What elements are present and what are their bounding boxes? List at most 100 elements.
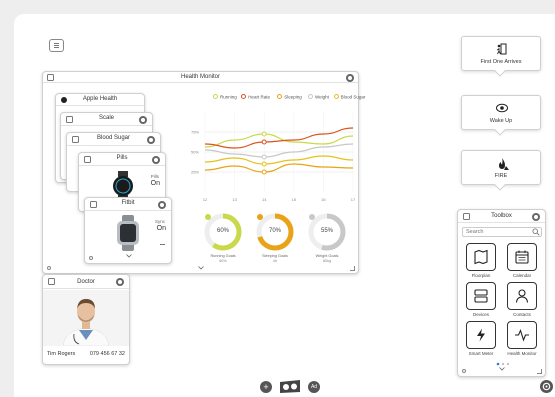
add-button[interactable]: +: [260, 381, 272, 393]
doctor-titlebar[interactable]: Doctor: [43, 275, 129, 289]
x-tick-label: 16: [321, 197, 326, 202]
doctor-phone[interactable]: 079 456 67 32: [90, 351, 125, 357]
toolbox-panel[interactable]: Toolbox Floorplan Calendar Devices Conta…: [457, 209, 546, 377]
fire-icon: [499, 158, 509, 170]
callout-fire[interactable]: FIRE: [461, 150, 541, 191]
gear-icon[interactable]: [152, 156, 160, 164]
legend-label: Weight: [315, 94, 329, 100]
tool-smart-meter[interactable]: [466, 321, 496, 349]
add-label: +: [263, 382, 269, 392]
donut-sublabel: 80kg: [322, 259, 332, 263]
resize-handle[interactable]: [537, 369, 542, 374]
data-point[interactable]: [261, 131, 267, 137]
callout-wake-up[interactable]: Wake Up: [461, 95, 541, 136]
legend-item[interactable]: Blood Sugar: [333, 94, 365, 100]
fitbit-watch-image: [117, 215, 139, 251]
callout-first-one-arrives[interactable]: First One Arrives: [461, 36, 541, 77]
tool-label: Contacts: [513, 312, 531, 317]
gear-icon[interactable]: [139, 116, 147, 124]
data-point[interactable]: [261, 139, 267, 145]
fitbit-state-label: Sync: [154, 219, 165, 224]
legend-swatch: [308, 94, 313, 100]
devices-icon: [474, 289, 488, 303]
lightning-icon: [477, 328, 485, 342]
floorplan-icon: [474, 249, 488, 265]
pagination-dots[interactable]: [495, 362, 511, 366]
series-line-weight: [204, 143, 354, 158]
x-tick-label: 12: [203, 197, 208, 202]
gear-icon[interactable]: [158, 201, 166, 209]
scale-titlebar[interactable]: Scale: [61, 113, 152, 126]
legend-swatch: [213, 94, 218, 100]
x-tick-label: 17: [351, 197, 356, 202]
health-monitor-title: Health Monitor: [180, 74, 221, 80]
legend-swatch: [277, 94, 283, 100]
tool-devices[interactable]: [466, 282, 496, 310]
corner-dot: [47, 266, 51, 270]
donut-value: 55%: [320, 228, 333, 234]
vr-button[interactable]: [278, 379, 302, 394]
health-monitor-titlebar[interactable]: Health Monitor: [43, 72, 358, 83]
door-icon: [496, 43, 507, 55]
donut-value: 60%: [216, 228, 229, 234]
pulse-icon: [515, 328, 529, 342]
legend-item[interactable]: Running: [213, 94, 237, 100]
toolbox-search-input[interactable]: [462, 227, 542, 237]
y-tick-label: 25%: [191, 170, 199, 175]
y-tick-label: 75%: [191, 130, 199, 135]
gear-icon[interactable]: [346, 74, 354, 82]
legend-label: Sleeping: [284, 94, 302, 100]
menu-icon: [54, 43, 59, 48]
legend-label: Running: [220, 94, 237, 100]
chevron-down-icon[interactable]: [126, 254, 132, 260]
tool-contacts[interactable]: [507, 282, 537, 310]
fitbit-titlebar[interactable]: Fitbit: [85, 198, 171, 211]
x-tick-label: 13: [232, 197, 237, 202]
toolbox-titlebar[interactable]: Toolbox: [458, 210, 545, 223]
eye-icon: [496, 103, 508, 113]
donut-sublabel: 60%: [219, 259, 227, 263]
data-point[interactable]: [261, 154, 267, 160]
donut-row: 60% Running Goals 60% 70% Sleeping Goals 4h 55…: [203, 210, 353, 270]
doctor-card[interactable]: Doctor Tim Rogers 079 456 67 32: [42, 274, 130, 365]
x-tick-label: 14: [262, 197, 267, 202]
tool-label: Floorplan: [471, 273, 491, 278]
fitbit-card[interactable]: Fitbit Sync On: [84, 197, 172, 264]
vr-headset-icon: [280, 380, 300, 393]
donut-label: Running Goals: [210, 254, 236, 258]
legend-item[interactable]: Heart Rate: [241, 94, 270, 100]
legend-item[interactable]: Weight: [308, 94, 329, 100]
gear-icon: [542, 382, 551, 391]
chevron-down-icon[interactable]: [499, 367, 505, 373]
pills-titlebar[interactable]: Pills: [79, 153, 165, 166]
ad-button[interactable]: Ad: [308, 381, 320, 393]
resize-handle[interactable]: [350, 266, 355, 271]
calendar-icon: [515, 250, 529, 264]
pills-state-label: Pills: [150, 174, 159, 179]
callout-label: Wake Up: [489, 118, 513, 124]
legend-item[interactable]: Sleeping: [277, 94, 302, 100]
tool-label: Devices: [472, 312, 489, 317]
series-line-sleeping: [204, 163, 354, 173]
blood-sugar-titlebar[interactable]: Blood Sugar: [67, 133, 160, 146]
fitbit-sync-arrow-icon[interactable]: [160, 244, 165, 248]
legend-swatch: [333, 94, 339, 100]
tool-label: Health Monitor: [507, 351, 537, 356]
apple-health-titlebar[interactable]: Apple Health: [56, 94, 144, 106]
tool-floorplan[interactable]: [466, 243, 496, 271]
settings-button[interactable]: [540, 380, 553, 393]
chevron-down-icon[interactable]: [198, 266, 204, 270]
search-icon[interactable]: [532, 228, 540, 236]
x-tick-label: 15: [292, 197, 297, 202]
gear-icon[interactable]: [147, 136, 155, 144]
data-point[interactable]: [261, 169, 267, 175]
line-chart: 75% 50% 25% 12 13 14 15 16 17: [191, 112, 356, 202]
donut-indicator: [309, 214, 315, 220]
corner-dot: [462, 369, 466, 373]
data-point[interactable]: [261, 161, 267, 167]
tool-calendar[interactable]: [507, 243, 537, 271]
gear-icon[interactable]: [532, 213, 540, 221]
gear-icon[interactable]: [116, 278, 124, 286]
menu-button[interactable]: [49, 39, 64, 52]
tool-health-monitor[interactable]: [507, 321, 537, 349]
